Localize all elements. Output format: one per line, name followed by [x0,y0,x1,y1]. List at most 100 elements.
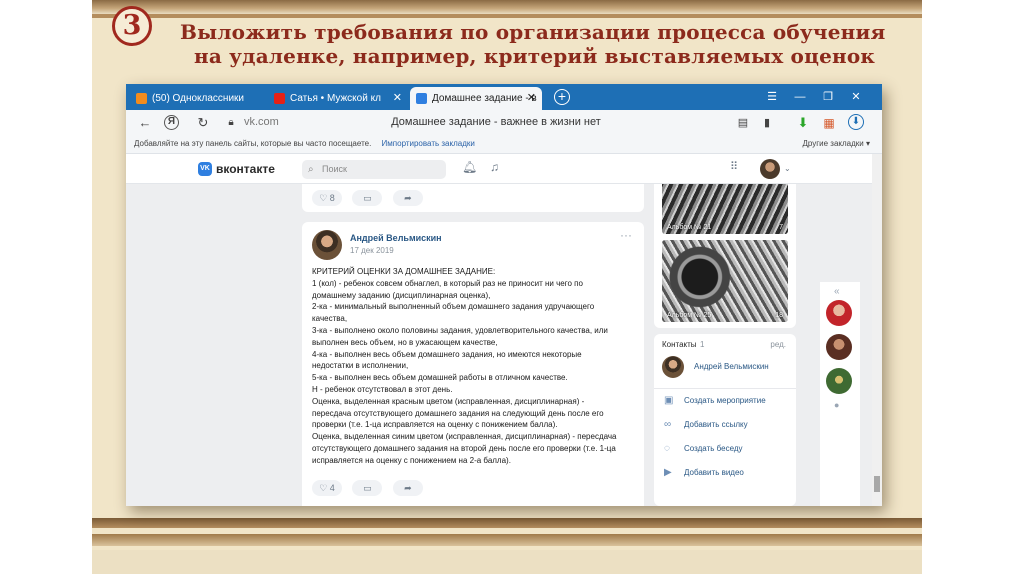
minimize-button[interactable]: — [788,84,812,110]
contacts-edit-link[interactable]: ред. [770,340,786,349]
album-caption: Альбом № 25 [667,312,712,319]
post-date[interactable]: 17 дек 2019 [350,246,394,255]
slide-heading-line1: Выложить требования по организации проце… [180,20,886,44]
post-line: выполнен весь объем, но в ужасающем каче… [312,337,498,347]
notifications-bell-icon[interactable]: 🔔︎ [462,160,477,174]
community-actions: ▣ Создать мероприятие ∞ Добавить ссылку ◌ С… [654,388,796,485]
post-line: проверки (т.е. 1-ца исправляется на оцен… [312,420,558,430]
vk-logo-text[interactable]: вконтакте [216,162,275,176]
scrollbar[interactable] [872,154,882,506]
browser-toolbar: ← Я ↻ 🔒︎ vk.com Домашнее задание - важне… [126,110,882,136]
apps-grid-icon[interactable]: ⠿ [730,160,738,173]
reader-icon[interactable]: ▤ [734,114,752,132]
add-video-link[interactable]: ▶ Добавить видео [654,461,796,485]
other-bookmarks-button[interactable]: Другие закладки ▾ [802,136,870,152]
close-window-button[interactable]: ✕ [844,84,868,110]
tab-vk-active[interactable]: Домашнее задание - в ✕ [410,87,542,110]
browser-window: (50) Одноклассники Сатья • Мужской кл ✕ … [126,84,882,506]
share-button[interactable]: ➦ [392,190,423,206]
contact-name[interactable]: Андрей Вельмискин [694,362,769,371]
comment-button[interactable]: ▭ [352,480,383,496]
vk-header: VK вконтакте ⌕ Поиск 🔔︎ ♫ ⠿ ⌄ [126,154,872,184]
chat-bubble-icon[interactable]: ● [834,400,839,410]
music-note-icon[interactable]: ♫ [490,160,499,174]
search-input[interactable]: ⌕ Поиск [302,160,446,179]
chat-avatar[interactable] [826,368,852,394]
post-actions: ♡ 8 ▭ ➦ [312,188,429,206]
vk-logo-icon[interactable]: VK [198,162,212,176]
post-line: исправляется на оценку с понижением на 2… [312,455,511,465]
youtube-icon [274,93,285,104]
photo-albums: Альбом № 21 7 Альбом № 25 18 [654,184,796,328]
contacts-block: Контакты 1 ред. Андрей Вельмискин ▣ Созда… [654,334,796,506]
post-author[interactable]: Андрей Вельмискин [350,233,442,243]
heart-icon: ♡ [319,193,330,203]
maximize-button[interactable]: ❐ [816,84,840,110]
like-button[interactable]: ♡ 4 [312,480,342,496]
create-event-link[interactable]: ▣ Создать мероприятие [654,389,796,413]
share-button[interactable]: ➦ [392,480,423,496]
collapse-chevrons-icon[interactable]: « [834,286,840,297]
post-actions: ♡ 4 ▭ ➦ [312,478,429,496]
contacts-label[interactable]: Контакты [662,340,697,349]
action-label: Создать беседу [684,444,743,453]
action-label: Создать мероприятие [684,396,766,405]
chat-sidebar: « ● [820,282,860,506]
decor-band-top [92,0,922,14]
album-count: 18 [775,312,783,319]
comment-button[interactable]: ▭ [352,190,383,206]
address-page-title[interactable]: Домашнее задание - важнее в жизни нет [126,116,866,128]
decor-band-bottom-3 [92,550,922,574]
post-line: 4-ка - выполнен весь объем домашнего зад… [312,349,582,359]
heart-icon: ♡ [319,483,330,493]
tab-label: Домашнее задание - в [432,93,537,104]
comment-icon: ▭ [363,483,372,493]
chat-avatar[interactable] [826,334,852,360]
bookmark-icon[interactable]: ▮ [758,114,776,132]
tab-youtube[interactable]: Сатья • Мужской кл ✕ [268,87,408,110]
user-avatar[interactable] [760,159,780,179]
video-icon: ▶ [664,467,672,478]
import-bookmarks-link[interactable]: Импортировать закладки [382,139,475,148]
action-label: Добавить видео [684,468,744,477]
album-caption: Альбом № 21 [667,224,712,231]
author-avatar[interactable] [312,230,342,260]
add-link-link[interactable]: ∞ Добавить ссылку [654,413,796,437]
downloads-progress-icon[interactable]: ⬇ [848,114,864,130]
action-label: Добавить ссылку [684,420,748,429]
post-line: КРИТЕРИЙ ОЦЕНКИ ЗА ДОМАШНЕЕ ЗАДАНИЕ: [312,267,496,276]
chat-avatar[interactable] [826,300,852,326]
bookmarks-bar: Добавляйте на эту панель сайты, которые … [126,136,882,154]
search-placeholder: Поиск [322,164,347,174]
scrollbar-thumb[interactable] [874,476,880,492]
menu-icon[interactable]: ☰ [760,84,784,110]
create-chat-link[interactable]: ◌ Создать беседу [654,437,796,461]
post-line: Оценка, выделенная красным цветом (испра… [312,396,585,406]
album-count: 7 [779,224,783,231]
chat-icon: ◌ [664,443,670,454]
link-icon: ∞ [664,419,672,430]
extension-icon[interactable]: ▦ [820,114,838,132]
new-tab-button[interactable]: + [554,89,570,105]
tab-odnoklassniki[interactable]: (50) Одноклассники [130,87,266,110]
album-thumbnail[interactable]: Альбом № 25 18 [662,240,788,322]
close-tab-icon[interactable]: ✕ [527,87,536,110]
close-tab-icon[interactable]: ✕ [393,87,402,110]
share-icon: ➦ [404,483,412,493]
tab-bar: (50) Одноклассники Сатья • Мужской кл ✕ … [126,84,882,110]
like-button[interactable]: ♡ 8 [312,190,342,206]
slide-heading-line2: на удаленке, например, критерий выставля… [194,44,876,68]
download-icon[interactable]: ⬇ [794,114,812,132]
post-text: КРИТЕРИЙ ОЦЕНКИ ЗА ДОМАШНЕЕ ЗАДАНИЕ: 1 (… [312,266,632,467]
chevron-down-icon[interactable]: ⌄ [784,164,791,173]
post-line: 2-ка - минимальный выполненный объем дом… [312,302,595,312]
more-options-icon[interactable]: ··· [620,228,632,242]
album-thumbnail[interactable]: Альбом № 21 7 [662,184,788,234]
vk-icon [416,93,427,104]
post-line: домашнему заданию (дисциплинарная оценка… [312,290,491,300]
odnoklassniki-icon [136,93,147,104]
slide-number-badge: 3 [112,6,152,46]
post-line: 3-ка - выполнено около половины задания,… [312,325,608,335]
contact-avatar[interactable] [662,356,684,378]
tab-label: (50) Одноклассники [152,93,244,104]
